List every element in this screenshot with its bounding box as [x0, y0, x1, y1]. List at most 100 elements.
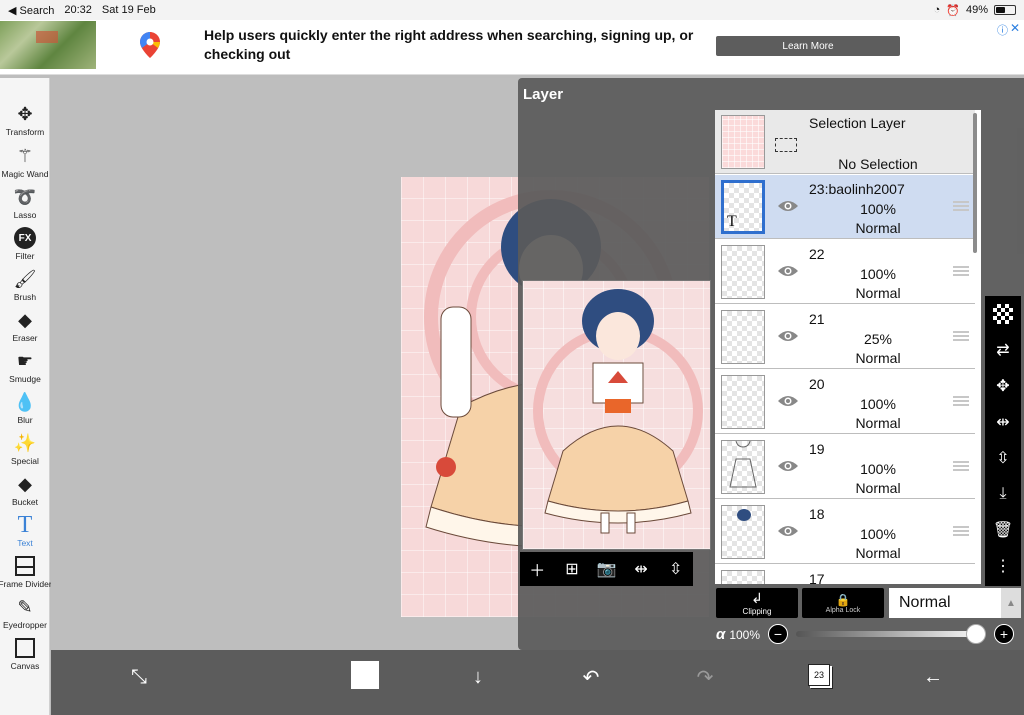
- quick-tools-icon[interactable]: ⤡: [123, 662, 155, 692]
- clipping-icon: ↲: [751, 590, 763, 606]
- tool-canvas[interactable]: Canvas: [0, 636, 50, 677]
- download-arrow-icon[interactable]: ↓: [462, 662, 494, 692]
- merge-down-icon[interactable]: ⤓: [991, 482, 1015, 506]
- blend-mode-arrow-icon[interactable]: ▲: [1001, 588, 1021, 618]
- drag-handle-icon[interactable]: [953, 266, 969, 276]
- flip-vertical-icon[interactable]: ⇳: [665, 558, 687, 580]
- trash-icon[interactable]: 🗑: [991, 518, 1015, 542]
- drag-handle-icon[interactable]: [953, 461, 969, 471]
- lock-icon: 🔒: [835, 592, 851, 607]
- ad-info-icon[interactable]: ⓘ: [997, 22, 1008, 38]
- opacity-increase-button[interactable]: +: [994, 624, 1014, 644]
- undo-icon[interactable]: ↶: [575, 662, 607, 692]
- layer-list-scrollbar[interactable]: [973, 113, 977, 253]
- drag-handle-icon[interactable]: [953, 396, 969, 406]
- tool-bucket[interactable]: ◆ Bucket: [0, 472, 50, 513]
- layer-row[interactable]: 20 100% Normal: [715, 370, 975, 434]
- tool-brush[interactable]: 🖌 Brush: [0, 267, 50, 308]
- layer-blend-mode: Normal: [855, 480, 901, 496]
- status-bar: ◀ Search 20:32 Sat 19 Feb ◔ ⏰ 49%: [0, 0, 1024, 20]
- tool-blur[interactable]: 💧 Blur: [0, 390, 50, 431]
- drag-handle-icon[interactable]: [953, 201, 969, 211]
- canvas-preview: [522, 280, 711, 550]
- canvas-icon: [13, 636, 37, 660]
- selection-layer-thumbnail: [721, 115, 765, 169]
- layer-thumbnail: [721, 570, 765, 584]
- color-swatch[interactable]: [351, 661, 379, 689]
- opacity-slider[interactable]: [796, 624, 986, 644]
- tool-special[interactable]: ✨ Special: [0, 431, 50, 472]
- clipping-button[interactable]: ↲ Clipping: [716, 588, 798, 618]
- tool-eyedropper[interactable]: ✎ Eyedropper: [0, 595, 50, 636]
- selection-layer-row[interactable]: Selection Layer No Selection: [715, 110, 975, 174]
- flip-horizontal-icon[interactable]: ⇹: [991, 410, 1015, 434]
- layers-button[interactable]: 23: [808, 664, 830, 686]
- layer-thumbnail: [721, 245, 765, 299]
- lasso-icon: ➰: [13, 186, 37, 207]
- layer-opacity: 25%: [863, 331, 893, 347]
- convert-layer-icon[interactable]: ⇄: [991, 338, 1015, 362]
- layer-list[interactable]: Selection Layer No Selection T 23:baolin…: [715, 110, 981, 584]
- selection-marquee-icon: [775, 138, 797, 152]
- blend-mode-select[interactable]: Normal: [889, 588, 1001, 618]
- layer-name: 21: [809, 311, 825, 327]
- layer-opacity: 100%: [860, 396, 896, 412]
- tool-label: Eyedropper: [3, 620, 47, 630]
- tool-eraser[interactable]: ◆ Eraser: [0, 308, 50, 349]
- opacity-value: 100%: [729, 627, 761, 642]
- tool-text[interactable]: T Text: [0, 512, 50, 554]
- selection-layer-status: No Selection: [838, 156, 918, 172]
- layer-opacity: 100%: [860, 461, 896, 477]
- tool-label: Magic Wand: [1, 169, 49, 179]
- tool-frame-divider[interactable]: Frame Divider: [0, 554, 52, 595]
- opacity-slider-knob[interactable]: [966, 624, 986, 644]
- checkerboard-icon[interactable]: [991, 302, 1015, 326]
- back-to-search-link[interactable]: ◀ Search: [8, 4, 54, 17]
- camera-icon[interactable]: 📷: [595, 558, 617, 580]
- tool-transform[interactable]: ✥ Transform: [0, 102, 50, 143]
- visibility-eye-icon[interactable]: [777, 264, 799, 278]
- redo-icon[interactable]: ↷: [689, 662, 721, 692]
- status-date: Sat 19 Feb: [101, 4, 156, 16]
- layer-name: 20: [809, 376, 825, 392]
- layer-row[interactable]: T 23:baolinh2007 100% Normal: [715, 175, 975, 239]
- tool-label: Canvas: [10, 661, 40, 671]
- ad-learn-more-button[interactable]: Learn More: [716, 36, 900, 56]
- ad-headline: Help users quickly enter the right addre…: [204, 27, 694, 62]
- tool-lasso[interactable]: ➰ Lasso: [0, 185, 50, 226]
- eraser-icon: ◆: [18, 309, 32, 330]
- tool-magic-wand[interactable]: ⚚ Magic Wand: [0, 144, 50, 185]
- visibility-eye-icon[interactable]: [777, 199, 799, 213]
- layer-blend-mode: Normal: [855, 545, 901, 561]
- move-layer-icon[interactable]: ✥: [991, 374, 1015, 398]
- layer-row[interactable]: 22 100% Normal: [715, 240, 975, 304]
- visibility-eye-icon[interactable]: [777, 524, 799, 538]
- alpha-lock-button[interactable]: 🔒 Alpha Lock: [802, 588, 884, 618]
- battery-icon: [994, 5, 1016, 15]
- drop-icon: 💧: [13, 391, 37, 412]
- layer-thumbnail: [721, 505, 765, 559]
- ad-close-icon[interactable]: ✕: [1010, 21, 1020, 35]
- drag-handle-icon[interactable]: [953, 331, 969, 341]
- layer-row[interactable]: 18 100% Normal: [715, 500, 975, 564]
- layer-row[interactable]: 19 100% Normal: [715, 432, 975, 499]
- drag-handle-icon[interactable]: [953, 526, 969, 536]
- flip-horizontal-icon[interactable]: ⇹: [630, 558, 652, 580]
- add-layer-box-icon[interactable]: ⊞: [561, 558, 583, 580]
- flip-vertical-icon[interactable]: ⇳: [991, 446, 1015, 470]
- brush-icon: 🖌: [13, 268, 37, 289]
- layer-row[interactable]: 17: [715, 565, 975, 584]
- more-options-icon[interactable]: ⋮: [991, 554, 1015, 578]
- visibility-eye-icon[interactable]: [777, 459, 799, 473]
- layer-row[interactable]: 21 25% Normal: [715, 305, 975, 369]
- layer-thumbnail: [721, 310, 765, 364]
- ad-banner[interactable]: Help users quickly enter the right addre…: [0, 20, 1024, 75]
- back-arrow-icon[interactable]: ←: [917, 662, 949, 692]
- add-layer-icon[interactable]: ＋: [526, 558, 548, 580]
- tool-smudge[interactable]: ☛ Smudge: [0, 349, 50, 390]
- visibility-eye-icon[interactable]: [777, 329, 799, 343]
- tool-filter[interactable]: FX Filter: [0, 226, 50, 267]
- magic-wand-icon: ⚚: [16, 145, 34, 166]
- visibility-eye-icon[interactable]: [777, 394, 799, 408]
- opacity-decrease-button[interactable]: −: [768, 624, 788, 644]
